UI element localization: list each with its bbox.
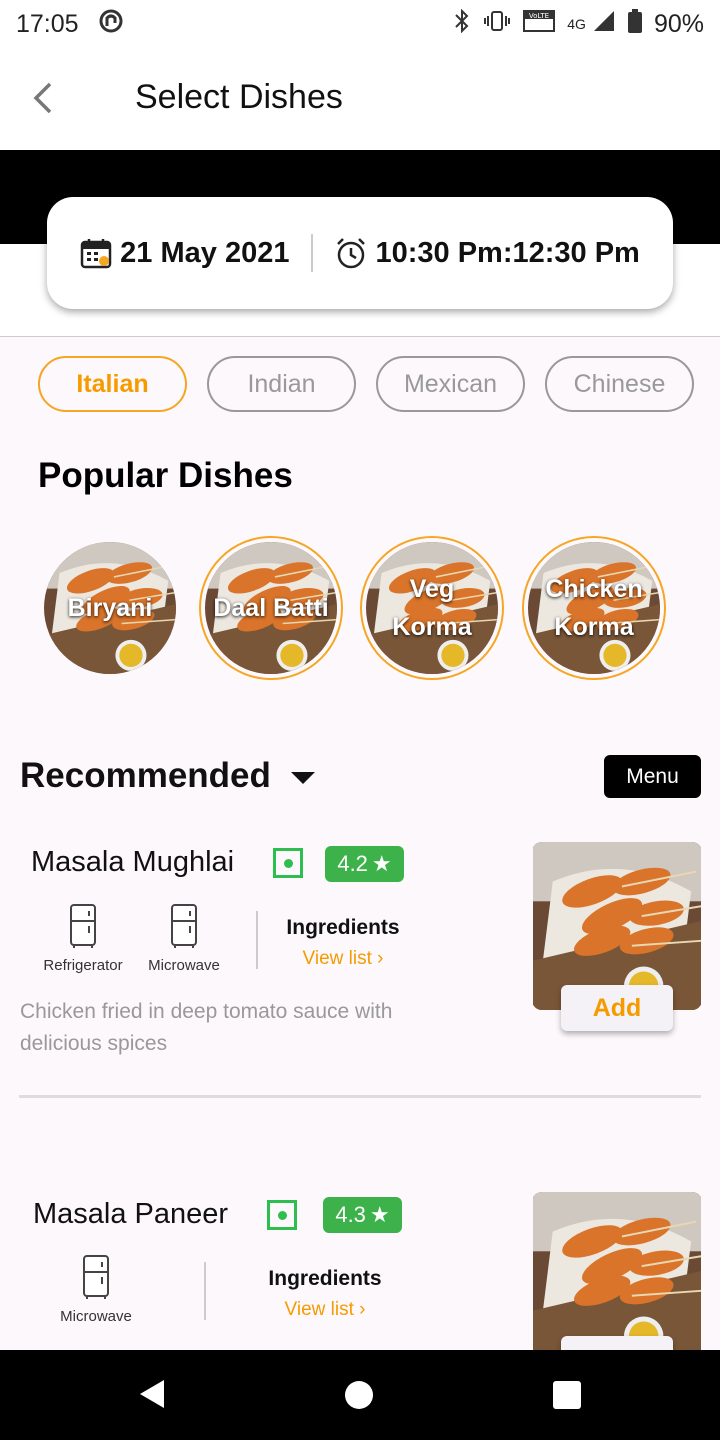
chevron-left-icon: [33, 82, 52, 114]
dish-image: Veg Korma: [366, 542, 498, 674]
chip-indian[interactable]: Indian: [207, 356, 356, 412]
item-name: Masala Mughlai: [31, 846, 235, 878]
view-list-link[interactable]: View list ›: [258, 948, 428, 970]
appliance-label: Refrigerator: [43, 957, 123, 974]
item-separator: [19, 1095, 701, 1098]
add-button[interactable]: Add: [561, 985, 673, 1031]
dish-name: Biryani: [67, 594, 153, 622]
network-type-label: 4G: [567, 16, 586, 32]
appliance-microwave: Microwave: [134, 903, 234, 974]
volte-icon: VoLTE: [523, 9, 556, 39]
dish-image: Daal Batti: [205, 542, 337, 674]
booking-date-text: 21 May 2021: [120, 236, 290, 269]
back-button[interactable]: [26, 78, 62, 118]
popular-dishes-heading: Popular Dishes: [38, 456, 293, 495]
popular-dish[interactable]: Daal Batti: [199, 536, 343, 680]
circle-home-icon: [345, 1381, 373, 1409]
item-image: [532, 1192, 702, 1360]
booking-time-text: 10:30 Pm:12:30 Pm: [375, 236, 640, 269]
popular-dish[interactable]: Biryani: [38, 536, 182, 680]
popular-dish[interactable]: Veg Korma: [360, 536, 504, 680]
rating-value: 4.3: [335, 1202, 366, 1227]
item-name: Masala Paneer: [33, 1198, 229, 1230]
refrigerator-icon: [171, 904, 197, 948]
nav-home-button[interactable]: [344, 1380, 374, 1415]
view-list-link[interactable]: View list ›: [240, 1299, 410, 1321]
app-notification-icon: [99, 9, 123, 40]
veg-indicator-icon: [267, 1200, 297, 1230]
dish-name: Daal Batti: [213, 594, 329, 622]
svg-text:VoLTE: VoLTE: [529, 12, 549, 20]
veg-indicator-icon: [273, 848, 303, 878]
triangle-back-icon: [140, 1380, 164, 1408]
chip-chinese[interactable]: Chinese: [545, 356, 694, 412]
calendar-icon: [80, 239, 112, 269]
status-bar: 17:05 VoLTE 4G 90%: [0, 0, 720, 48]
app-bar: Select Dishes: [0, 48, 720, 150]
square-recents-icon: [553, 1381, 581, 1409]
item-description: Chicken fried in deep tomato sauce with …: [20, 1000, 393, 1055]
dish-name: Chicken Korma: [545, 575, 643, 641]
refrigerator-icon: [70, 904, 96, 948]
cuisine-filter: Italian Indian Mexican Chinese: [38, 356, 694, 412]
booking-time[interactable]: 10:30 Pm:12:30 Pm: [335, 236, 640, 270]
battery-icon: [627, 8, 642, 40]
appliance-label: Microwave: [148, 957, 220, 974]
ingredients-heading: Ingredients: [286, 916, 400, 939]
booking-card[interactable]: 21 May 2021 10:30 Pm:12:30 Pm: [47, 197, 673, 309]
rating-badge: 4.2 ★: [325, 846, 404, 882]
ingredients-heading: Ingredients: [268, 1267, 382, 1290]
menu-button[interactable]: Menu: [604, 755, 701, 798]
nav-back-button[interactable]: [136, 1376, 168, 1417]
booking-date[interactable]: 21 May 2021: [80, 237, 289, 270]
popular-dishes-list: Biryani Daal Batti Veg Korma Chicken Kor…: [38, 536, 678, 680]
appliance-label: Microwave: [60, 1308, 132, 1325]
nav-recents-button[interactable]: [552, 1380, 582, 1415]
recommended-heading: Recommended: [20, 756, 271, 795]
chip-mexican[interactable]: Mexican: [376, 356, 525, 412]
caret-down-icon: [290, 772, 315, 784]
bluetooth-icon: [453, 8, 471, 40]
system-nav-bar: [0, 1350, 720, 1440]
dish-name: Veg Korma: [392, 575, 472, 641]
chip-italian[interactable]: Italian: [38, 356, 187, 412]
status-time: 17:05: [16, 9, 79, 38]
popular-dish[interactable]: Chicken Korma: [522, 536, 666, 680]
page-title: Select Dishes: [135, 78, 343, 116]
appliance-refrigerator: Refrigerator: [33, 903, 133, 974]
rating-badge: 4.3 ★: [323, 1197, 402, 1233]
signal-icon: [592, 9, 616, 40]
booking-divider: [311, 234, 314, 272]
battery-percent: 90%: [653, 9, 704, 38]
appliance-microwave: Microwave: [46, 1254, 146, 1325]
star-icon: ★: [369, 1202, 390, 1227]
ingredients-block: Ingredients View list ›: [258, 916, 428, 970]
chevron-right-icon: ›: [377, 948, 384, 969]
alarm-clock-icon: [337, 238, 366, 269]
dish-image: Biryani: [44, 542, 176, 674]
vibrate-icon: [483, 10, 511, 39]
recommended-dropdown[interactable]: Recommended: [20, 756, 315, 796]
chevron-right-icon: ›: [359, 1299, 366, 1320]
rating-value: 4.2: [337, 851, 368, 876]
refrigerator-icon: [83, 1255, 109, 1299]
item-divider: [204, 1262, 206, 1320]
dish-image: Chicken Korma: [528, 542, 660, 674]
ingredients-block: Ingredients View list ›: [240, 1267, 410, 1321]
star-icon: ★: [371, 851, 392, 876]
